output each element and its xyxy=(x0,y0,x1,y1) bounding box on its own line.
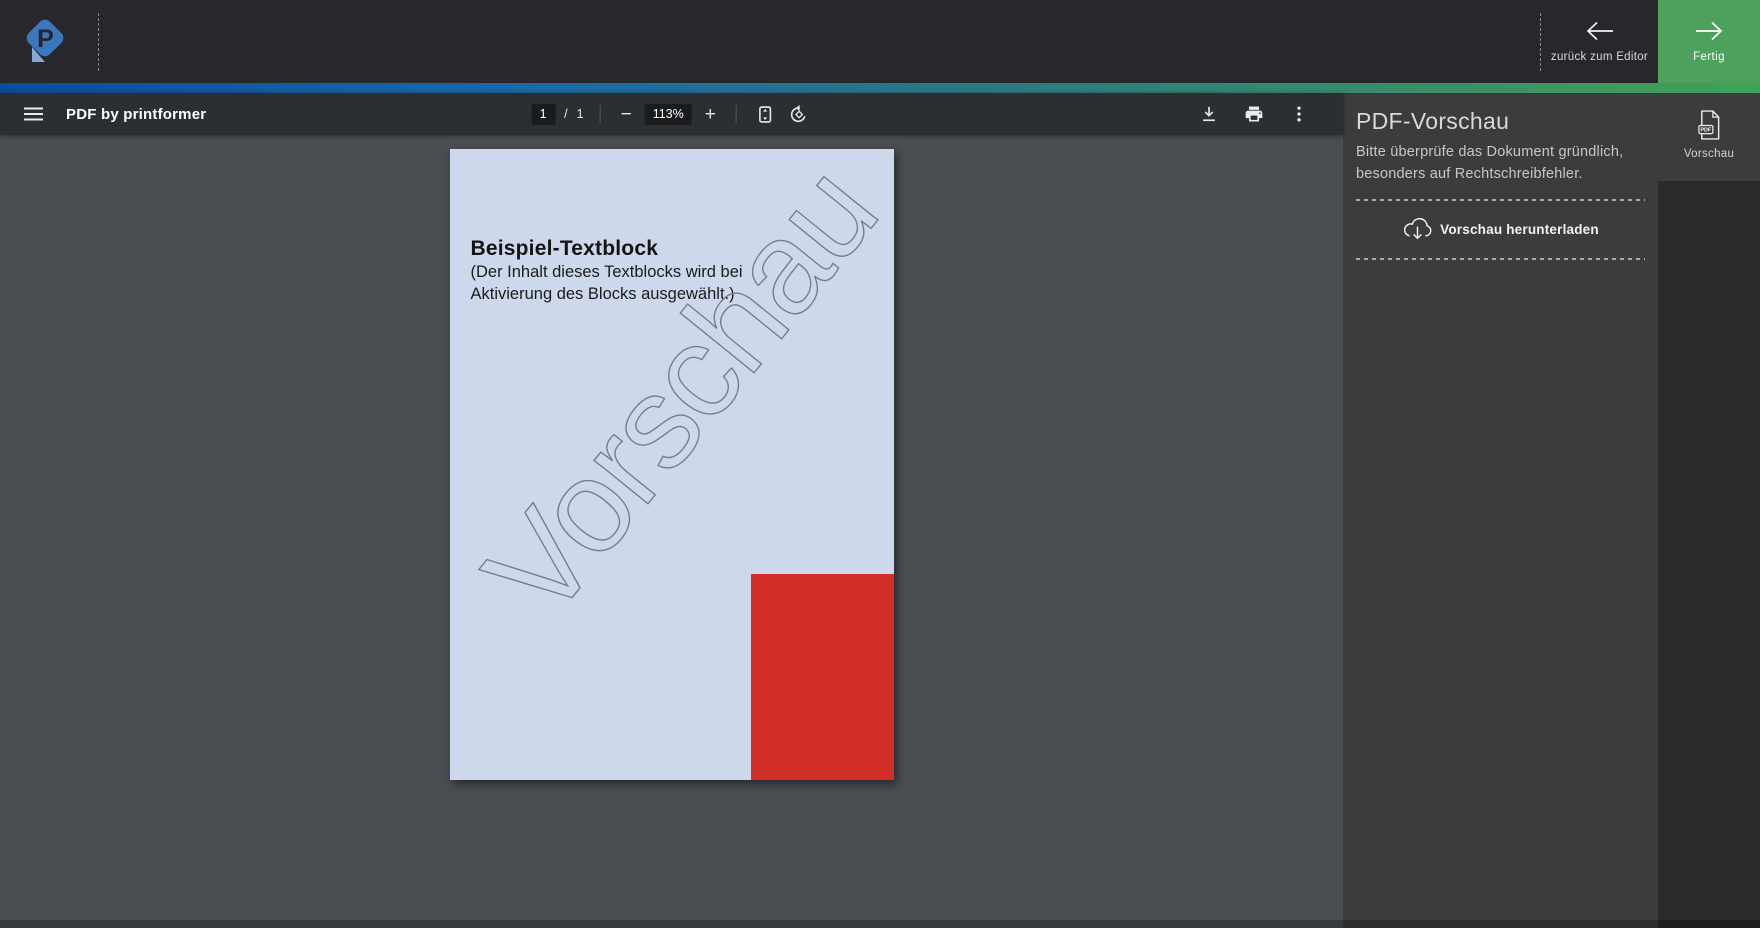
cloud-download-icon xyxy=(1402,218,1433,242)
pdf-file-icon: PDF xyxy=(1697,109,1722,141)
page-separator: / xyxy=(564,107,567,121)
zoom-out-button[interactable]: − xyxy=(617,105,636,124)
sidebar-title: PDF-Vorschau xyxy=(1356,108,1645,135)
kebab-menu-icon[interactable] xyxy=(1287,102,1311,126)
svg-text:P: P xyxy=(37,25,54,53)
brand-gradient-bar xyxy=(0,83,1760,93)
printformer-logo[interactable]: P xyxy=(0,0,68,83)
current-page-input[interactable]: 1 xyxy=(531,104,555,125)
pdf-viewer-title: PDF by printformer xyxy=(66,106,206,123)
download-preview-label: Vorschau herunterladen xyxy=(1440,222,1599,237)
pdf-page: Beispiel-Textblock (Der Inhalt dieses Te… xyxy=(450,149,894,780)
toolbar-divider xyxy=(600,105,601,123)
pdf-viewer-toolbar: PDF by printformer 1 / 1 − 113% + xyxy=(0,93,1343,135)
document-heading: Beispiel-Textblock xyxy=(471,237,659,261)
pdf-viewer-column: PDF by printformer 1 / 1 − 113% + xyxy=(0,93,1343,928)
print-icon[interactable] xyxy=(1242,102,1266,126)
done-button[interactable]: Fertig xyxy=(1658,0,1760,83)
back-to-editor-button[interactable]: zurück zum Editor xyxy=(1541,0,1658,83)
hamburger-menu-icon[interactable] xyxy=(22,105,45,123)
top-app-bar: P zurück zum Editor Fertig xyxy=(0,0,1760,83)
zoom-level-value[interactable]: 113% xyxy=(645,104,692,125)
total-pages: 1 xyxy=(577,107,584,121)
back-to-editor-label: zurück zum Editor xyxy=(1551,51,1648,63)
toolbar-divider xyxy=(736,105,737,123)
arrow-right-icon xyxy=(1694,20,1724,42)
arrow-left-icon xyxy=(1585,20,1615,42)
main-content: PDF by printformer 1 / 1 − 113% + xyxy=(0,93,1760,928)
right-tab-rail: PDF Vorschau xyxy=(1658,93,1760,928)
tab-vorschau-label: Vorschau xyxy=(1684,148,1734,160)
sidebar-subtitle: Bitte überprüfe das Dokument gründlich, … xyxy=(1356,142,1645,186)
fit-to-page-icon[interactable] xyxy=(753,102,778,127)
document-body-line1: (Der Inhalt dieses Textblocks wird bei xyxy=(471,262,743,284)
pdf-viewer-canvas[interactable]: Beispiel-Textblock (Der Inhalt dieses Te… xyxy=(0,135,1343,928)
svg-text:PDF: PDF xyxy=(1700,128,1711,134)
printformer-logo-icon: P xyxy=(22,17,68,67)
download-preview-button[interactable]: Vorschau herunterladen xyxy=(1356,201,1645,258)
preview-watermark: Vorschau xyxy=(454,149,894,646)
zoom-in-button[interactable]: + xyxy=(701,105,720,124)
rotate-ccw-icon[interactable] xyxy=(787,102,812,127)
document-body-line2: Aktivierung des Blocks ausgewählt.) xyxy=(471,284,743,306)
pdf-preview-sidebar: PDF-Vorschau Bitte überprüfe das Dokumen… xyxy=(1343,93,1658,928)
download-icon[interactable] xyxy=(1197,102,1221,126)
done-label: Fertig xyxy=(1693,51,1725,63)
dashed-divider xyxy=(1356,258,1645,260)
red-color-block xyxy=(751,574,894,780)
document-body-text: (Der Inhalt dieses Textblocks wird bei A… xyxy=(471,262,743,306)
tab-vorschau[interactable]: PDF Vorschau xyxy=(1658,93,1760,181)
